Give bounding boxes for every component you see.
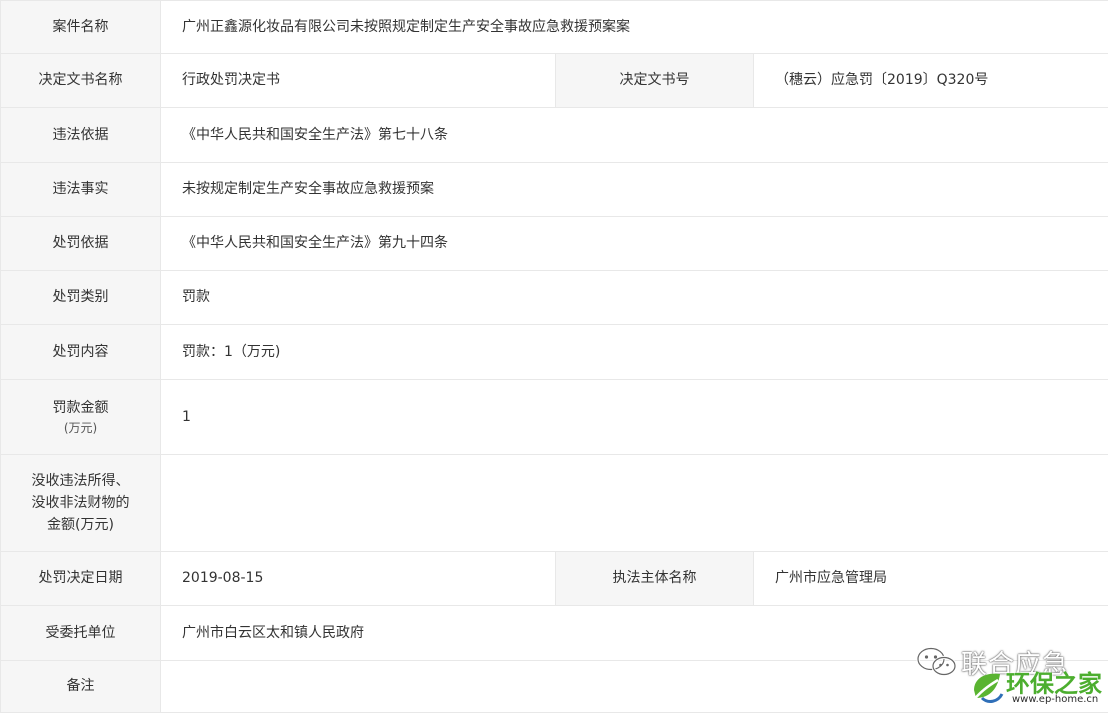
value-penalty-basis: 《中华人民共和国安全生产法》第九十四条 — [161, 217, 1108, 271]
label-case-name: 案件名称 — [1, 1, 161, 54]
label-fine-amount: 罚款金额 (万元) — [1, 380, 161, 455]
value-penalty-type: 罚款 — [161, 271, 1108, 325]
leaf-logo-icon — [968, 668, 1008, 708]
label-violation-basis: 违法依据 — [1, 108, 161, 163]
label-remarks: 备注 — [1, 661, 161, 713]
value-case-name: 广州正鑫源化妆品有限公司未按照规定制定生产安全事故应急救援预案案 — [161, 1, 1108, 54]
value-decision-date: 2019-08-15 — [161, 552, 556, 606]
table-row: 案件名称 广州正鑫源化妆品有限公司未按照规定制定生产安全事故应急救援预案案 — [1, 1, 1108, 54]
ep-home-site-url: www.ep-home.cn — [1012, 694, 1098, 705]
label-penalty-type: 处罚类别 — [1, 271, 161, 325]
label-confiscation-line-3: 金额(万元) — [47, 517, 114, 533]
label-fine-amount-unit: (万元) — [1, 419, 160, 437]
table-row: 违法事实 未按规定制定生产安全事故应急救援预案 — [1, 163, 1108, 217]
table-row: 处罚决定日期 2019-08-15 执法主体名称 广州市应急管理局 — [1, 552, 1108, 606]
label-decision-doc-number: 决定文书号 — [556, 54, 754, 108]
penalty-record-table: 案件名称 广州正鑫源化妆品有限公司未按照规定制定生产安全事故应急救援预案案 决定… — [0, 0, 1108, 713]
wechat-icon — [915, 646, 959, 678]
label-fine-amount-main: 罚款金额 — [53, 400, 109, 416]
label-penalty-content: 处罚内容 — [1, 325, 161, 380]
label-penalty-basis: 处罚依据 — [1, 217, 161, 271]
label-decision-date: 处罚决定日期 — [1, 552, 161, 606]
value-fine-amount: 1 — [161, 380, 1108, 455]
value-violation-facts: 未按规定制定生产安全事故应急救援预案 — [161, 163, 1108, 217]
value-decision-doc-name: 行政处罚决定书 — [161, 54, 556, 108]
label-confiscation-amount: 没收违法所得、 没收非法财物的 金额(万元) — [1, 455, 161, 552]
table-row: 罚款金额 (万元) 1 — [1, 380, 1108, 455]
label-decision-doc-name: 决定文书名称 — [1, 54, 161, 108]
table-row: 没收违法所得、 没收非法财物的 金额(万元) — [1, 455, 1108, 552]
label-violation-facts: 违法事实 — [1, 163, 161, 217]
table-row: 违法依据 《中华人民共和国安全生产法》第七十八条 — [1, 108, 1108, 163]
table-row: 处罚内容 罚款：1（万元) — [1, 325, 1108, 380]
table-row: 处罚类别 罚款 — [1, 271, 1108, 325]
label-confiscation-line-1: 没收违法所得、 — [32, 473, 130, 489]
table-row: 处罚依据 《中华人民共和国安全生产法》第九十四条 — [1, 217, 1108, 271]
label-confiscation-line-2: 没收非法财物的 — [32, 495, 130, 511]
value-enforcement-body: 广州市应急管理局 — [754, 552, 1108, 606]
label-enforcement-body: 执法主体名称 — [556, 552, 754, 606]
value-decision-doc-number: （穗云）应急罚〔2019〕Q320号 — [754, 54, 1108, 108]
label-entrusted-unit: 受委托单位 — [1, 606, 161, 661]
value-penalty-content: 罚款：1（万元) — [161, 325, 1108, 380]
value-violation-basis: 《中华人民共和国安全生产法》第七十八条 — [161, 108, 1108, 163]
value-confiscation-amount — [161, 455, 1108, 552]
table-row: 决定文书名称 行政处罚决定书 决定文书号 （穗云）应急罚〔2019〕Q320号 — [1, 54, 1108, 108]
ep-home-watermark: 环保之家 www.ep-home.cn — [968, 664, 1106, 710]
